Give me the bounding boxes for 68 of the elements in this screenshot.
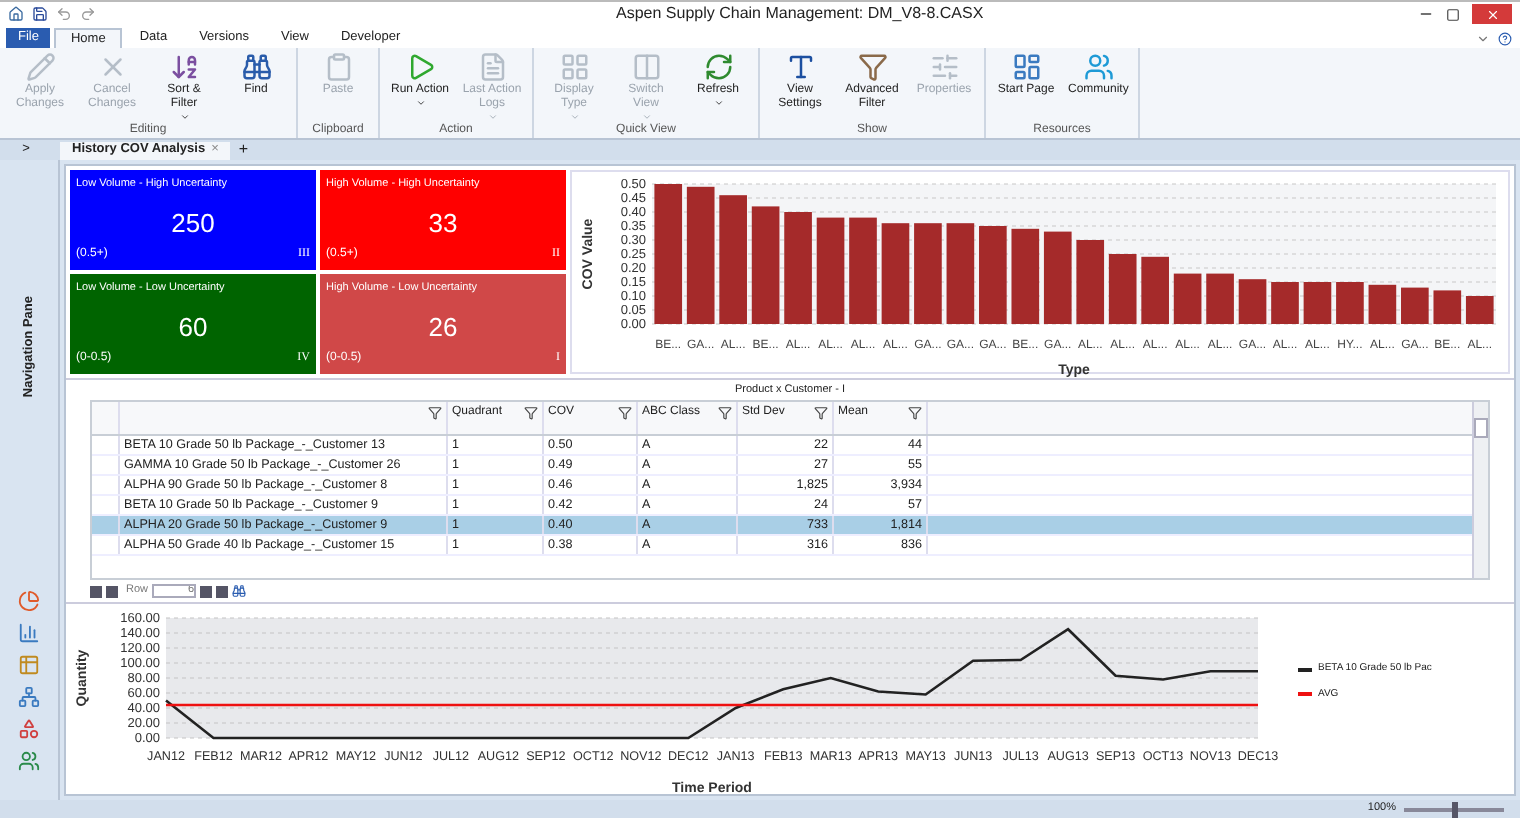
caret-icon (487, 112, 497, 122)
refresh-icon (703, 52, 733, 82)
maximize-icon[interactable] (1446, 7, 1460, 21)
filter-icon[interactable] (814, 406, 828, 420)
bar (1011, 228, 1040, 324)
legend-swatch (1298, 667, 1312, 672)
caret-icon (569, 112, 579, 122)
quadrant-count: 33 (426, 206, 460, 243)
binoculars-icon[interactable] (232, 584, 247, 598)
bar (1238, 279, 1267, 324)
shapes-icon[interactable] (18, 718, 40, 740)
sort-icon (169, 52, 199, 82)
pie-chart-icon[interactable] (18, 590, 40, 612)
bar (784, 212, 812, 324)
bar (1401, 287, 1429, 324)
bar (1465, 296, 1494, 324)
bar (881, 223, 910, 324)
bar (849, 217, 877, 324)
play-icon (405, 52, 435, 82)
caret-icon (641, 112, 651, 122)
new-tab-button[interactable]: + (238, 138, 249, 162)
caret-icon (415, 98, 425, 108)
diagram-icon[interactable] (18, 686, 40, 708)
save-icon[interactable] (32, 6, 48, 22)
filter-icon[interactable] (908, 406, 922, 420)
bar (946, 223, 975, 324)
binoculars-icon (241, 52, 271, 82)
window-title: Aspen Supply Chain Management: DM_V8-8.CASX (616, 2, 984, 26)
bar (654, 184, 683, 324)
bar (1336, 282, 1364, 324)
app-logo-icon (8, 6, 24, 22)
filter-icon[interactable] (428, 406, 442, 420)
bar (1433, 290, 1462, 324)
scrollbar[interactable] (1472, 402, 1488, 578)
bar (1206, 273, 1234, 324)
close-icon (1485, 7, 1499, 21)
bar (719, 195, 747, 324)
filter-icon[interactable] (718, 406, 732, 420)
quadrant-count: 250 (169, 206, 217, 243)
people-icon (1083, 52, 1113, 82)
legend-swatch (1298, 692, 1312, 697)
bar (1043, 231, 1072, 324)
bar (1108, 254, 1137, 324)
slider-thumb[interactable] (1452, 801, 1458, 817)
filter-icon[interactable] (524, 406, 538, 420)
people-icon[interactable] (18, 750, 40, 772)
bar (1076, 240, 1105, 324)
bar (979, 226, 1007, 324)
bar (1271, 282, 1299, 324)
letter-icon (785, 52, 815, 82)
caret-icon (179, 112, 189, 122)
filter-icon[interactable] (618, 406, 632, 420)
undo-icon[interactable] (56, 6, 72, 22)
caret-icon (713, 98, 723, 108)
bar-chart-icon[interactable] (18, 622, 40, 644)
filter-icon (857, 52, 887, 82)
quadrant-count: 26 (426, 310, 460, 347)
quadrant-count: 60 (176, 310, 210, 347)
bar (1141, 256, 1169, 324)
redo-icon[interactable] (80, 6, 96, 22)
bar (751, 206, 780, 324)
bar (914, 223, 942, 324)
bar (686, 186, 715, 324)
bar (816, 217, 845, 324)
bar (1303, 282, 1332, 324)
collapse-ribbon-icon[interactable] (1476, 32, 1490, 46)
dashboard-icon (1011, 52, 1041, 82)
help-icon[interactable] (1498, 32, 1512, 46)
